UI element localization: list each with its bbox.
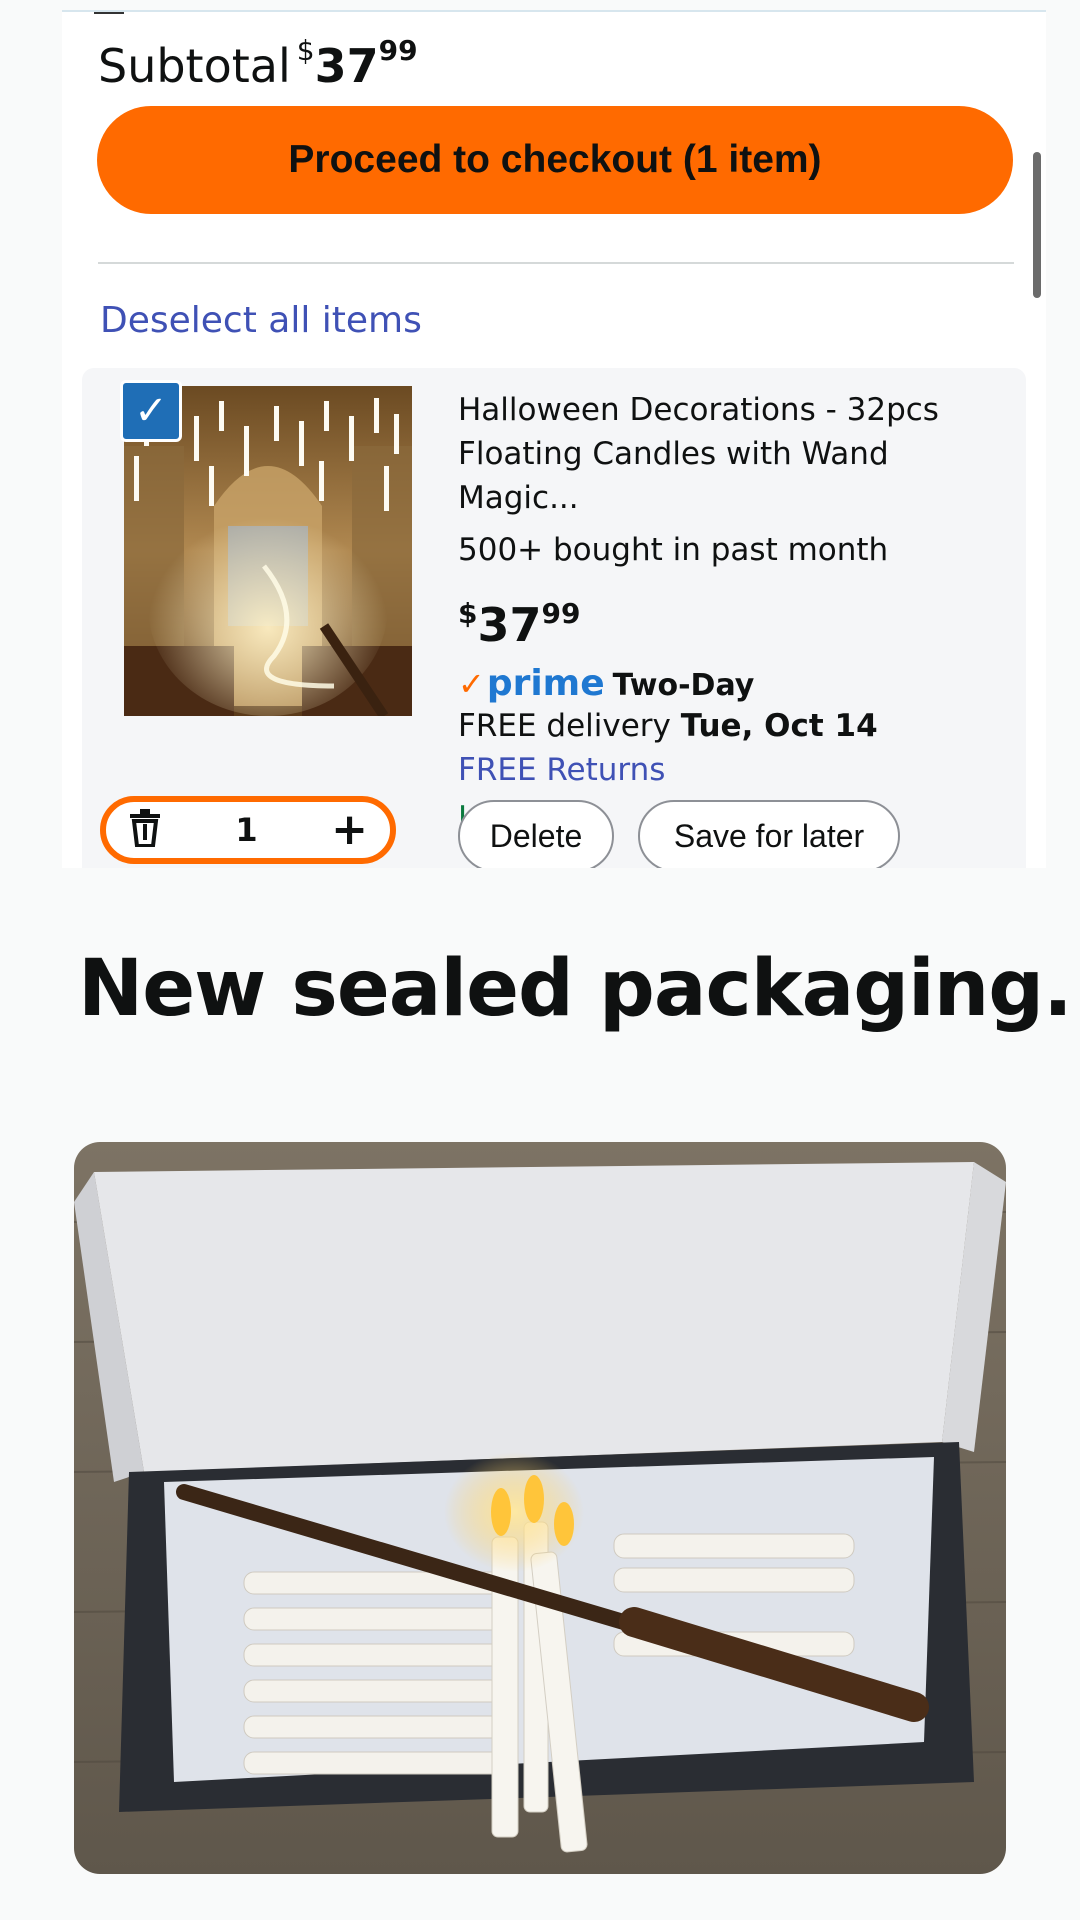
free-returns-link[interactable]: FREE Returns — [458, 748, 1018, 792]
caption: New sealed packaging. — [78, 944, 1073, 1034]
product-title-line1: Halloween Decorations - 32pcs — [458, 392, 939, 428]
item-selected-checkbox[interactable]: ✓ — [120, 380, 182, 442]
check-icon: ✓ — [134, 388, 168, 434]
cart-panel: Subtotal $3799 Proceed to checkout (1 ite… — [62, 10, 1046, 868]
quantity-value: 1 — [235, 811, 258, 849]
prime-badge: ✓ prime Two-Day — [458, 663, 1018, 704]
price-currency: $ — [458, 597, 478, 630]
delivery-prefix: FREE delivery — [458, 708, 671, 744]
prime-word: prime — [486, 663, 605, 704]
item-price: $3799 — [458, 586, 1018, 653]
divider — [94, 12, 124, 14]
subtotal-whole: 37 — [314, 39, 379, 93]
delivery-date: Tue, Oct 14 — [680, 708, 878, 744]
subtotal-currency: $ — [296, 34, 315, 67]
trash-icon[interactable] — [128, 809, 162, 851]
save-for-later-button[interactable]: Save for later — [638, 800, 900, 868]
plus-icon[interactable]: + — [331, 808, 368, 852]
delivery-info: FREE delivery Tue, Oct 14 — [458, 704, 1018, 748]
prime-check-icon: ✓ — [458, 665, 485, 703]
packaging-photo-graphic — [74, 1142, 1006, 1874]
subtotal-cents: 99 — [378, 34, 418, 67]
subtotal-label: Subtotal — [98, 39, 291, 93]
price-whole: 37 — [477, 598, 542, 652]
product-title-line2: Floating Candles with Wand Magic... — [458, 436, 889, 516]
bought-count: 500+ bought in past month — [458, 532, 889, 568]
prime-speed: Two-Day — [612, 668, 755, 703]
price-cents: 99 — [541, 597, 581, 630]
divider — [98, 262, 1014, 264]
proceed-to-checkout-button[interactable]: Proceed to checkout (1 item) — [97, 106, 1013, 214]
delete-button[interactable]: Delete — [458, 800, 614, 868]
product-title[interactable]: Halloween Decorations - 32pcs Floating C… — [458, 388, 1018, 520]
item-details: Halloween Decorations - 32pcs Floating C… — [458, 388, 1018, 844]
subtotal: Subtotal $3799 — [98, 26, 418, 91]
quantity-stepper[interactable]: 1 + — [100, 796, 396, 864]
deselect-all-link[interactable]: Deselect all items — [100, 300, 422, 341]
packaging-photo — [74, 1142, 1006, 1874]
scrollbar[interactable] — [1033, 152, 1041, 298]
cart-item: ✓ Halloween Decorations - 32pcs Floating… — [82, 368, 1026, 868]
